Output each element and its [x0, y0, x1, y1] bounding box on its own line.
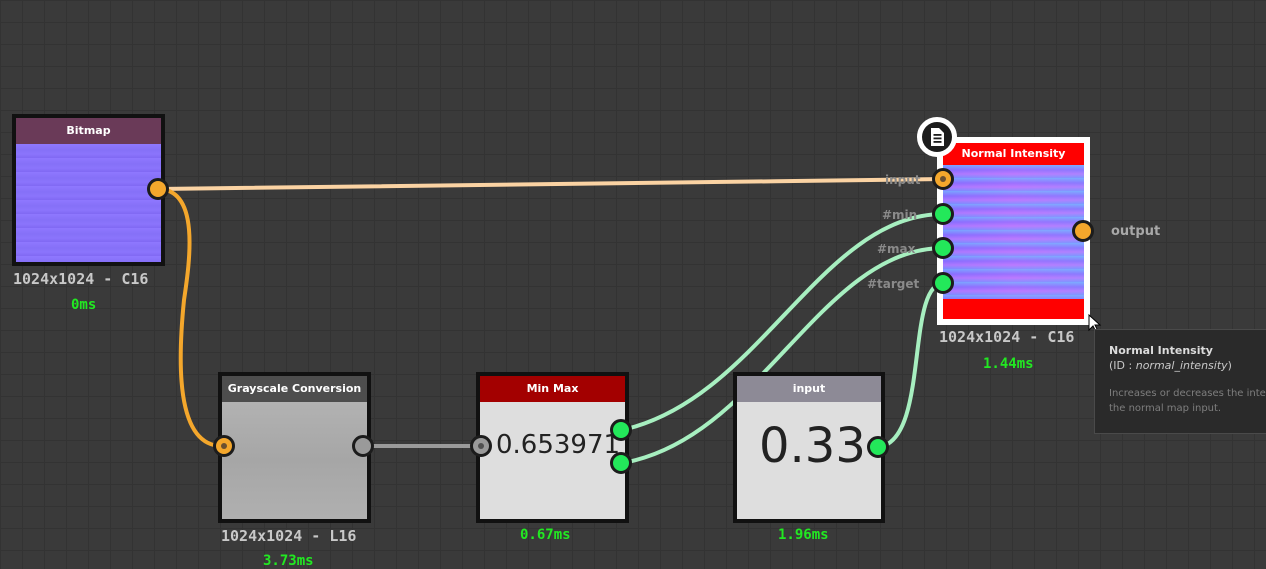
input-value-time: 1.96ms [778, 527, 829, 543]
normal-output-label: output [1111, 224, 1161, 239]
node-bitmap[interactable]: Bitmap [12, 114, 165, 266]
grayscale-time: 3.73ms [263, 553, 314, 569]
normal-target-port[interactable] [932, 272, 954, 294]
bitmap-thumbnail [16, 144, 161, 262]
minmax-input-port[interactable] [470, 435, 492, 457]
bitmap-time: 0ms [71, 297, 97, 313]
node-min-max[interactable]: Min Max 0.653971 [476, 372, 629, 523]
input-value-display: 0.33 [759, 418, 866, 474]
document-icon [931, 128, 944, 146]
node-title: Grayscale Conversion [222, 376, 367, 402]
normal-time: 1.44ms [983, 356, 1034, 372]
node-normal-intensity[interactable]: Normal Intensity [937, 137, 1090, 325]
normal-input-label-target: #target [867, 277, 920, 291]
node-title: input [737, 376, 881, 402]
normal-intensity-thumbnail [943, 165, 1084, 299]
bitmap-output-port[interactable] [147, 178, 169, 200]
tooltip-description: Increases or decreases the intensity of … [1109, 388, 1266, 414]
grayscale-output-port[interactable] [352, 435, 374, 457]
normal-intensity-red-band [943, 299, 1084, 319]
node-input-value[interactable]: input 0.33 [733, 372, 885, 523]
normal-output-port[interactable] [1072, 220, 1094, 242]
normal-max-port[interactable] [932, 237, 954, 259]
node-title: Bitmap [16, 118, 161, 144]
minmax-body [480, 402, 625, 519]
wire-bitmap-to-normal-input [157, 177, 945, 191]
wire-bitmap-to-grayscale [157, 187, 223, 448]
normal-resolution: 1024x1024 - C16 [939, 328, 1075, 346]
minmax-time: 0.67ms [520, 527, 571, 543]
node-tooltip: Normal Intensity (ID : normal_intensity)… [1094, 329, 1266, 434]
node-grayscale-conversion[interactable]: Grayscale Conversion [218, 372, 371, 523]
minmax-value: 0.653971 [496, 430, 621, 460]
normal-input-label-min: #min [882, 208, 918, 222]
normal-input-label-max: #max [877, 242, 916, 256]
grayscale-input-port[interactable] [213, 435, 235, 457]
node-title: Min Max [480, 376, 625, 402]
grayscale-resolution: 1024x1024 - L16 [221, 527, 357, 545]
tooltip-title: Normal Intensity [1109, 344, 1213, 357]
minmax-output-max-port[interactable] [610, 452, 632, 474]
wire-input-to-normal-target [878, 281, 945, 449]
document-badge[interactable] [917, 117, 957, 157]
bitmap-resolution: 1024x1024 - C16 [13, 270, 149, 288]
normal-input-label-input: input [885, 173, 921, 187]
normal-input-port[interactable] [932, 168, 954, 190]
node-title: Normal Intensity [943, 143, 1084, 165]
normal-min-port[interactable] [932, 203, 954, 225]
grayscale-thumbnail [222, 402, 367, 519]
tooltip-id: (ID : normal_intensity) [1109, 359, 1232, 372]
input-value-output-port[interactable] [867, 436, 889, 458]
minmax-output-min-port[interactable] [610, 419, 632, 441]
